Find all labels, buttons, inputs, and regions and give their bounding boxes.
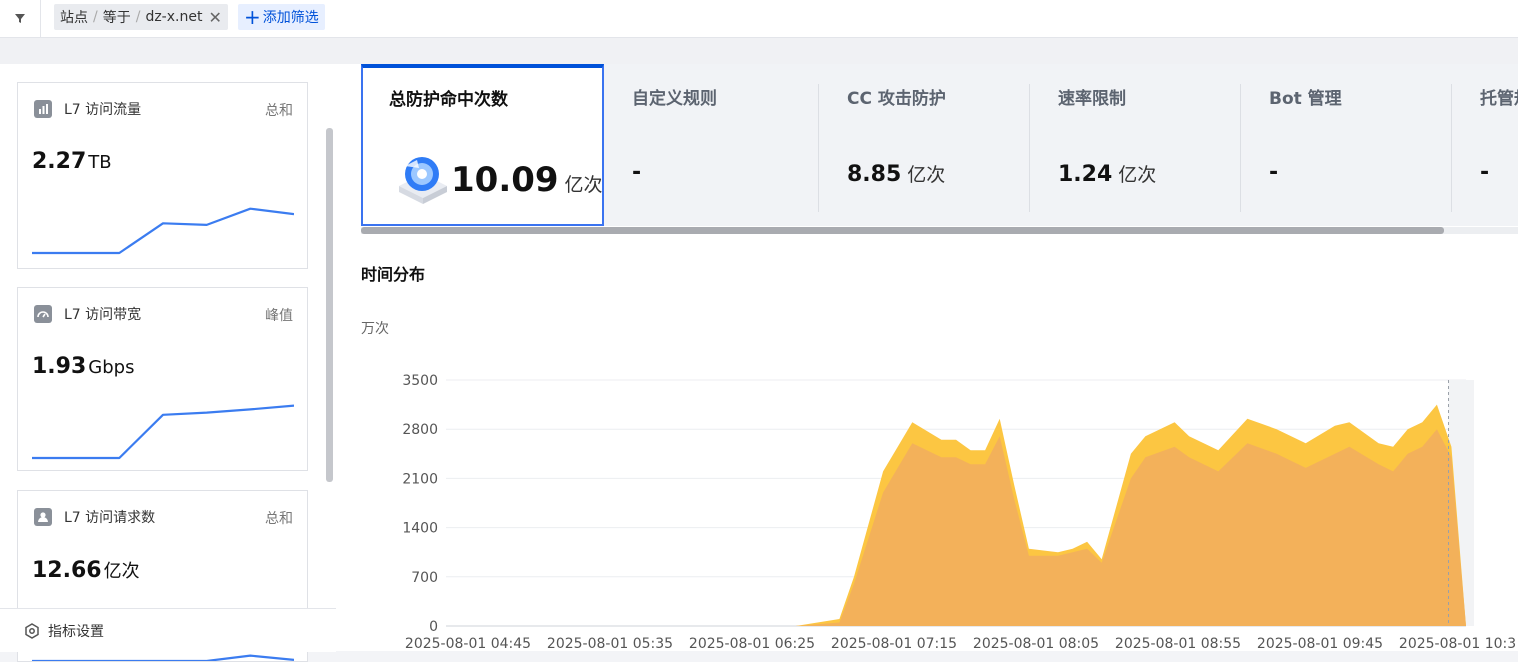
filter-field: 站点 [60,10,88,26]
metric-unit: TB [88,152,112,173]
metrics-panel: L7 访问流量 总和 2.27 TB L7 访问带宽 峰值 1.93 Gbps L7… [0,64,336,662]
tab-total-hits[interactable]: 总防护命中次数 10.09 亿次 [361,64,604,226]
metric-aggregation: 峰值 [265,308,293,324]
y-tick-label: 2100 [402,471,438,487]
tab-number: - [1480,160,1490,185]
tab-label: 自定义规则 [632,89,717,109]
bar-chart-icon [34,100,52,118]
metric-value: 2.27 TB [32,149,112,174]
metric-card-title: L7 访问请求数 [34,507,155,527]
filter-value: dz-x.net [145,9,203,25]
toolbar-strip [0,38,1518,64]
metric-settings-button[interactable]: 指标设置 [0,608,336,652]
metric-card-traffic[interactable]: L7 访问流量 总和 2.27 TB [17,82,308,269]
tab-value: 8.85 亿次 [847,160,945,187]
metric-title: L7 访问请求数 [64,510,156,526]
shield-illustration-icon [399,157,447,204]
sparkline-series [32,404,294,460]
divider [40,0,41,37]
chart-unit-label: 万次 [361,321,389,337]
tab-value: 10.09 亿次 [451,160,603,200]
tab-label: CC 攻击防护 [847,89,946,109]
y-tick-label: 0 [429,619,438,635]
filter-separator: / [93,9,98,25]
filter-chip[interactable]: 站点 / 等于 / dz-x.net ✕ [54,4,228,30]
metric-unit: Gbps [88,357,135,378]
tab-value: - [1480,160,1495,185]
y-tick-label: 2800 [402,422,438,438]
x-tick-label: 2025-08-01 07:15 [831,636,957,651]
metric-aggregation: 总和 [265,103,293,119]
metric-card-title: L7 访问流量 [34,99,141,119]
tab-bot-management[interactable]: Bot 管理 - [1241,64,1452,226]
sparkline [32,207,294,255]
metric-number: 2.27 [32,149,87,174]
tab-label: 速率限制 [1058,89,1126,109]
gear-icon [25,622,39,639]
tab-label: 总防护命中次数 [389,90,508,110]
metric-value: 1.93 Gbps [32,354,134,379]
x-tick-label: 2025-08-01 10:35 [1399,636,1516,651]
tab-value: - [632,160,647,185]
x-tick-label: 2025-08-01 06:25 [689,636,815,651]
add-filter-button[interactable]: + 添加筛选 [238,4,325,30]
x-tick-label: 2025-08-01 04:45 [405,636,531,651]
filter-separator: / [135,9,141,25]
tab-label: 托管规则 [1480,89,1518,109]
metric-card-bandwidth[interactable]: L7 访问带宽 峰值 1.93 Gbps [17,287,308,471]
sparkline-series [32,654,294,661]
horizontal-scrollbar[interactable] [361,227,1444,234]
x-tick-label: 2025-08-01 08:55 [1115,636,1241,651]
tab-number: 10.09 [451,160,559,200]
section-title: 时间分布 [361,265,426,284]
metric-title: L7 访问流量 [64,102,142,118]
tab-managed-rules[interactable]: 托管规则 - [1452,64,1518,226]
tab-rate-limit[interactable]: 速率限制 1.24 亿次 [1030,64,1241,226]
metric-title: L7 访问带宽 [64,307,142,323]
tab-custom-rules[interactable]: 自定义规则 - [604,64,819,226]
tab-number: - [632,160,642,185]
tab-number: 8.85 [847,162,902,187]
sparkline [32,404,294,460]
vertical-scrollbar[interactable] [326,128,333,482]
plus-icon: + [244,5,261,29]
y-tick-label: 700 [411,570,438,586]
metric-unit: 亿次 [103,561,140,582]
time-distribution-chart: 0 700 1400 2100 2800 3500 2025-08-01 04:45 2025… [402,373,1516,651]
metric-card-title: L7 访问带宽 [34,304,141,324]
tab-label: Bot 管理 [1269,89,1342,109]
tab-value: - [1269,160,1284,185]
metric-value: 12.66 亿次 [32,557,140,583]
x-tick-label: 2025-08-01 05:35 [547,636,673,651]
x-tick-label: 2025-08-01 08:05 [973,636,1099,651]
y-tick-label: 3500 [402,373,438,389]
tab-unit: 亿次 [564,174,603,196]
funnel-icon[interactable] [12,10,28,26]
metric-number: 12.66 [32,558,102,583]
settings-label: 指标设置 [48,623,104,640]
tab-unit: 亿次 [1118,164,1157,186]
main-panel: 总防护命中次数 10.09 亿次 自定义规则 - CC 攻击防护 8.85 亿次 速… [336,64,1518,651]
metric-aggregation: 总和 [265,511,293,527]
tab-unit: 亿次 [907,164,946,186]
filter-bar: 站点 / 等于 / dz-x.net ✕ + 添加筛选 [0,0,1518,38]
user-card-icon [34,508,52,526]
tab-value: 1.24 亿次 [1058,160,1156,187]
metric-number: 1.93 [32,354,87,379]
y-tick-label: 1400 [402,521,438,537]
sparkline-series [32,207,294,255]
close-icon[interactable]: ✕ [208,8,221,27]
protection-tabs: 总防护命中次数 10.09 亿次 自定义规则 - CC 攻击防护 8.85 亿次 速… [361,64,1518,226]
filter-operator: 等于 [102,10,131,26]
add-filter-label: 添加筛选 [262,10,319,26]
x-tick-label: 2025-08-01 09:45 [1257,636,1383,651]
tab-cc-protection[interactable]: CC 攻击防护 8.85 亿次 [819,64,1030,226]
tab-number: - [1269,160,1279,185]
gauge-icon [34,305,52,323]
tab-number: 1.24 [1058,162,1113,187]
